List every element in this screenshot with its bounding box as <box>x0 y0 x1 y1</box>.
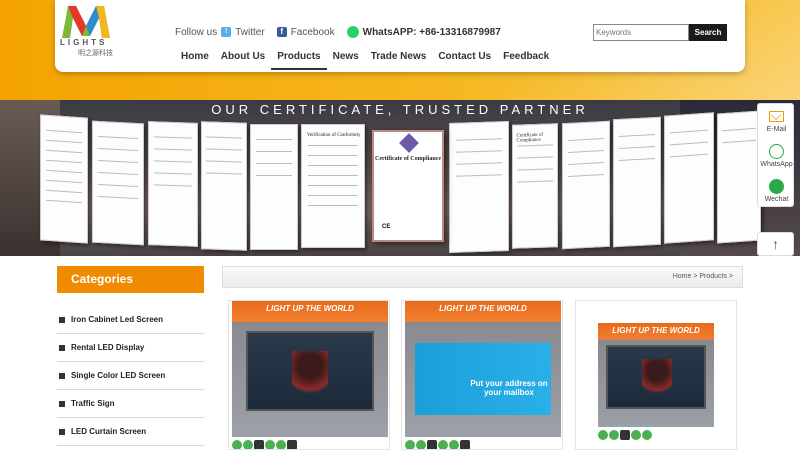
certificate-image <box>562 120 610 250</box>
contact-float-bar: E-Mail WhatsApp Wechat <box>757 103 794 207</box>
certificate-image <box>449 120 509 254</box>
person-image <box>642 359 672 399</box>
certificate-image <box>148 121 198 247</box>
certificate-image <box>40 114 88 244</box>
certificate-image <box>613 116 661 248</box>
nav-contact-us[interactable]: Contact Us <box>432 50 497 70</box>
category-item[interactable]: Rental LED Display <box>57 334 204 362</box>
search-input[interactable] <box>593 24 689 41</box>
nav-feedback[interactable]: Feedback <box>497 50 555 70</box>
float-whatsapp[interactable]: WhatsApp <box>758 139 795 173</box>
social-links: Follow us t Twitter f Facebook WhatsAPP:… <box>175 26 501 38</box>
category-item[interactable]: Iron Cabinet Led Screen <box>57 306 204 334</box>
whatsapp-link[interactable]: WhatsAPP: +86-13316879987 <box>363 27 501 38</box>
person-image <box>292 351 328 401</box>
certification-logos <box>405 437 561 449</box>
nav-home[interactable]: Home <box>175 50 215 70</box>
twitter-link[interactable]: Twitter <box>235 27 264 38</box>
certificate-of-compliance: Certificate of Compliance CE <box>372 130 444 242</box>
category-item[interactable]: Single Color LED Screen <box>57 362 204 390</box>
main-nav: Home About Us Products News Trade News C… <box>175 50 555 70</box>
bullet-icon <box>59 316 65 323</box>
float-wechat-label: Wechat <box>764 196 789 203</box>
category-label: Rental LED Display <box>71 343 145 352</box>
product-image[interactable]: LIGHT UP THE WORLD Put your address on y… <box>405 301 561 449</box>
brand-name: LIGHTS <box>60 38 108 47</box>
certificate-image <box>664 112 714 244</box>
certificate-image <box>201 121 247 251</box>
nav-trade-news[interactable]: Trade News <box>365 50 433 70</box>
lights-m-logo-icon <box>62 6 110 38</box>
bullet-icon <box>59 428 65 435</box>
certificate-title: Certificate of Compliance <box>516 132 544 144</box>
ce-mark: CE <box>382 224 391 230</box>
certification-logos <box>598 427 714 441</box>
float-whatsapp-label: WhatsApp <box>760 161 793 168</box>
back-to-top-button[interactable]: ↑ <box>757 232 794 256</box>
product-image[interactable]: LIGHT UP THE WORLD <box>598 323 714 441</box>
product-card[interactable]: LIGHT UP THE WORLD <box>575 300 737 450</box>
search-button[interactable]: Search <box>689 24 727 41</box>
float-email-label: E-Mail <box>766 126 787 133</box>
certificate-image <box>717 110 761 244</box>
bullet-icon <box>59 400 65 407</box>
product-image[interactable]: LIGHT UP THE WORLD <box>232 301 388 449</box>
twitter-icon[interactable]: t <box>221 27 232 37</box>
float-wechat[interactable]: Wechat <box>758 174 795 208</box>
categories-heading: Categories <box>57 266 204 293</box>
bullet-icon <box>59 344 65 351</box>
brand-logo[interactable]: LIGHTS 明之源科技 <box>58 4 116 57</box>
certificate-title: Certificate of Compliance <box>375 156 441 162</box>
category-label: Single Color LED Screen <box>71 371 166 380</box>
certification-logos <box>232 437 388 449</box>
brand-subtitle: 明之源科技 <box>78 50 113 57</box>
category-label: LED Curtain Screen <box>71 427 147 436</box>
nav-products[interactable]: Products <box>271 50 327 70</box>
product-banner-text: LIGHT UP THE WORLD <box>266 304 354 313</box>
product-banner-text: LIGHT UP THE WORLD <box>439 304 527 313</box>
category-label: Iron Cabinet Led Screen <box>71 315 164 324</box>
whatsapp-icon <box>769 144 784 159</box>
certificate-image <box>250 124 298 250</box>
wechat-icon <box>769 179 784 194</box>
category-label: Traffic Sign <box>71 399 115 408</box>
nav-about-us[interactable]: About Us <box>215 50 271 70</box>
certificate-image: Verification of Conformity <box>301 124 365 248</box>
product-card[interactable]: LIGHT UP THE WORLD Put your address on y… <box>401 300 563 450</box>
bullet-icon <box>59 372 65 379</box>
certificate-title: Verification of Conformity <box>306 133 361 138</box>
certificate-image <box>92 120 144 246</box>
site-header: LIGHTS 明之源科技 Follow us t Twitter f Faceb… <box>55 0 745 72</box>
follow-label: Follow us <box>175 26 218 38</box>
screen-text: Put your address on your mailbox <box>470 379 548 397</box>
whatsapp-icon[interactable] <box>346 26 359 38</box>
category-item[interactable]: LED Curtain Screen <box>57 418 204 446</box>
mail-icon <box>769 111 784 122</box>
certificate-image: Certificate of Compliance <box>512 123 558 249</box>
breadcrumb[interactable]: Home > Products > <box>222 266 743 288</box>
nav-news[interactable]: News <box>327 50 365 70</box>
seal-icon <box>399 133 419 153</box>
facebook-link[interactable]: Facebook <box>291 27 335 38</box>
facebook-icon[interactable]: f <box>276 27 287 37</box>
category-item[interactable]: Traffic Sign <box>57 390 204 418</box>
float-email[interactable]: E-Mail <box>758 104 795 138</box>
product-banner-text: LIGHT UP THE WORLD <box>612 326 700 335</box>
category-list: Iron Cabinet Led Screen Rental LED Displ… <box>57 306 204 446</box>
product-card[interactable]: LIGHT UP THE WORLD <box>228 300 390 450</box>
